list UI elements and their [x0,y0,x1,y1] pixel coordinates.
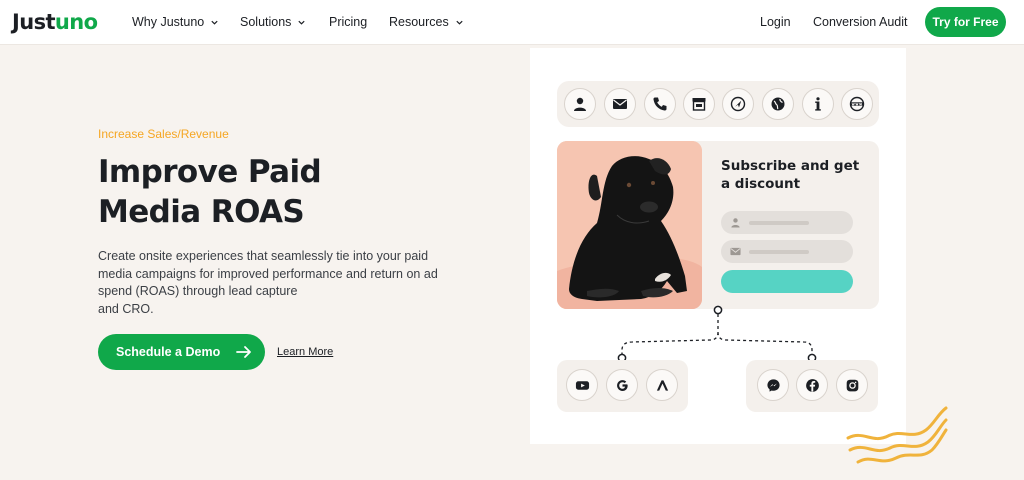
store-icon [683,88,715,120]
try-for-free-button[interactable]: Try for Free [925,7,1006,37]
nav-resources[interactable]: Resources [389,15,464,29]
www-icon [841,88,873,120]
schedule-demo-button[interactable]: Schedule a Demo [98,334,265,370]
login-label: Login [760,15,791,29]
mail-icon [604,88,636,120]
description-line-3: spend (ROAS) through lead capture [98,284,298,298]
description-line-2: media campaigns for improved performance… [98,266,438,281]
learn-more-link[interactable]: Learn More [277,346,333,358]
nav-solutions-label: Solutions [240,15,292,29]
description-line-4: and CRO. [98,301,154,316]
google-icon [606,369,638,401]
nav-pricing[interactable]: Pricing [329,15,367,29]
nav-pricing-label: Pricing [329,15,368,29]
hero-eyebrow: Increase Sales/Revenue [98,127,229,141]
nav-solutions[interactable]: Solutions [240,15,306,29]
decorative-squiggle [846,406,948,464]
headline-line-2: Media ROAS [98,194,305,230]
nav-why-justuno[interactable]: Why Justuno [132,15,219,29]
top-nav: Justuno Why Justuno Solutions Pricing Re… [0,0,1024,45]
adroll-icon [646,369,678,401]
placeholder-line [749,250,809,254]
nav-resources-label: Resources [389,15,449,29]
chevron-down-icon [298,20,306,25]
schedule-demo-label: Schedule a Demo [116,345,221,359]
dog-photo [557,141,702,309]
messenger-icon [757,369,789,401]
placeholder-line [749,221,809,225]
nav-why-justuno-label: Why Justuno [132,15,205,29]
youtube-icon [566,369,598,401]
login-link[interactable]: Login [760,15,791,29]
phone-icon [644,88,676,120]
name-field[interactable] [721,211,853,234]
chevron-down-icon [456,20,463,25]
info-icon [802,88,834,120]
chevron-down-icon [211,20,218,25]
description-line-1: Create onsite experiences that seamlessl… [98,249,429,263]
subscribe-title: Subscribe and get a discount [721,158,860,192]
hero-headline: Improve Paid Media ROAS [98,152,458,232]
justuno-logo[interactable]: Justuno [12,10,98,34]
globe-icon [762,88,794,120]
conversion-audit-label: Conversion Audit [813,15,908,29]
user-icon [564,88,596,120]
arrow-right-icon [236,346,251,358]
email-field[interactable] [721,240,853,263]
facebook-icon [796,369,828,401]
headline-line-1: Improve Paid [98,154,322,190]
user-icon [731,218,740,228]
instagram-icon [836,369,868,401]
conversion-audit-link[interactable]: Conversion Audit [813,15,908,29]
mail-icon [730,247,741,256]
hero-description: Create onsite experiences that seamlessl… [98,248,478,318]
subscribe-submit-button[interactable] [721,270,853,293]
location-arrow-icon [722,88,754,120]
